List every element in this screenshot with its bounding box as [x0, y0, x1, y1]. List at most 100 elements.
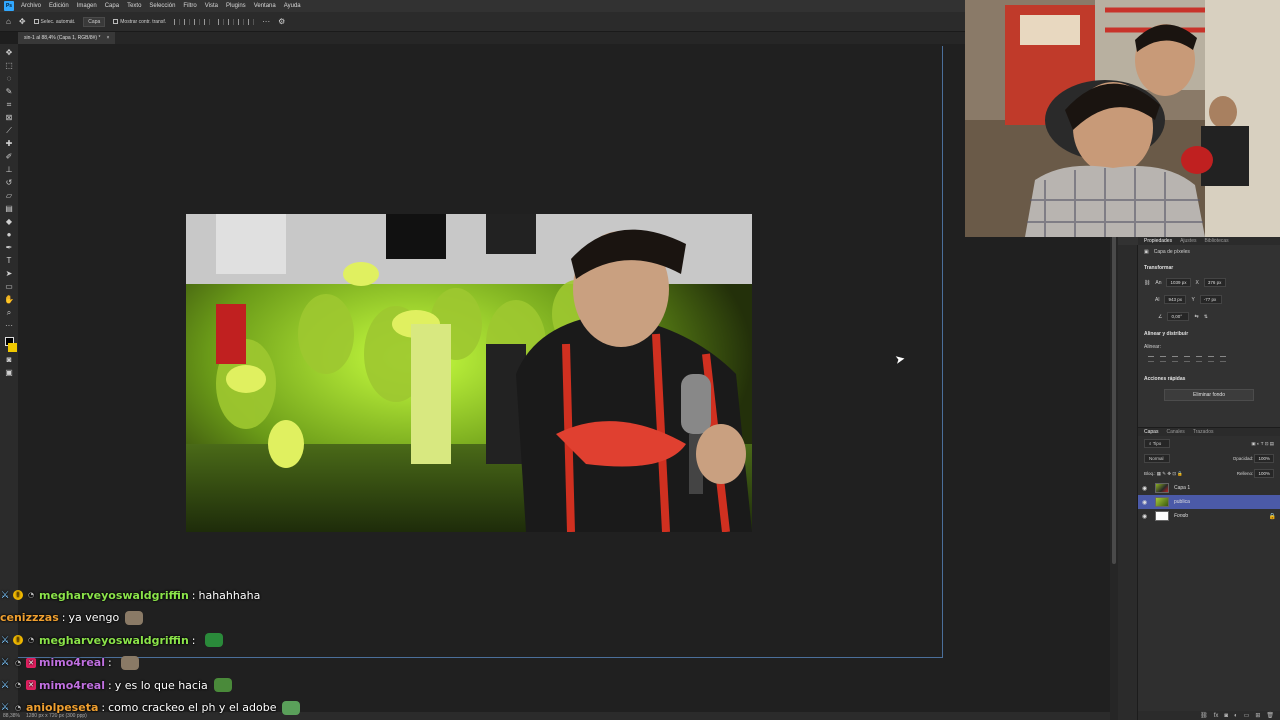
layer-row[interactable]: ◉ Fondo 🔒 [1138, 509, 1280, 523]
shape-tool-icon[interactable]: ▭ [4, 282, 14, 292]
menu-plugins[interactable]: Plugins [225, 3, 247, 9]
visibility-eye-icon[interactable]: ◉ [1142, 499, 1150, 506]
brush-tool-icon[interactable]: ✐ [4, 152, 14, 162]
blur-tool-icon[interactable]: ◆ [4, 217, 14, 227]
fill-field[interactable]: 100% [1254, 469, 1274, 478]
chat-message: ⚔! ◔ megharveyoswaldgriffin: hahahhaha [0, 584, 560, 607]
tab-layers[interactable]: Capas [1144, 429, 1158, 435]
more-tools-icon[interactable]: ··· [4, 321, 14, 331]
remove-background-button[interactable]: Eliminar fondo [1164, 389, 1254, 401]
scrollbar-thumb[interactable] [1112, 214, 1116, 564]
layer-name[interactable]: Capa 1 [1174, 485, 1190, 491]
tab-libraries[interactable]: Bibliotecas [1204, 238, 1228, 244]
layer-row[interactable]: ◉ Capa 1 [1138, 481, 1280, 495]
hand-tool-icon[interactable]: ✋ [4, 295, 14, 305]
path-select-tool-icon[interactable]: ➤ [4, 269, 14, 279]
dodge-tool-icon[interactable]: ● [4, 230, 14, 240]
fx-icon[interactable]: fx [1214, 713, 1219, 719]
tab-channels[interactable]: Canales [1166, 429, 1184, 435]
blend-mode-dropdown[interactable]: Normal [1144, 454, 1170, 463]
link-layers-icon[interactable]: ⛓ [1200, 712, 1208, 719]
lock-icons[interactable]: ▦ ✎ ✥ ⊡ 🔒 [1157, 471, 1183, 476]
menu-capa[interactable]: Capa [104, 3, 120, 9]
healing-brush-tool-icon[interactable]: ✚ [4, 139, 14, 149]
align-buttons[interactable] [174, 18, 211, 25]
type-tool-icon[interactable]: T [4, 256, 14, 266]
quick-mask-icon[interactable]: ◙ [4, 355, 14, 365]
flip-vertical-icon[interactable]: ⇅ [1204, 314, 1208, 320]
show-transform-checkbox[interactable]: Mostrar contr. transf. [113, 19, 166, 25]
width-field[interactable]: 1039 px [1166, 278, 1191, 287]
adjustment-icon[interactable]: ◐ [1234, 713, 1238, 719]
chat-emote-icon [282, 700, 301, 715]
history-brush-tool-icon[interactable]: ↺ [4, 178, 14, 188]
move-tool-icon[interactable]: ✥ [19, 17, 26, 26]
frame-tool-icon[interactable]: ⊠ [4, 113, 14, 123]
trash-icon[interactable]: 🗑 [1266, 712, 1274, 719]
align-buttons-row[interactable] [1138, 354, 1280, 364]
height-field[interactable]: 943 px [1164, 295, 1187, 304]
visibility-eye-icon[interactable]: ◉ [1142, 485, 1150, 492]
chat-username[interactable]: mimo4real [39, 656, 105, 669]
chat-username[interactable]: mimo4real [39, 679, 105, 692]
tab-paths[interactable]: Trazados [1193, 429, 1214, 435]
flip-horizontal-icon[interactable]: ⇆ [1194, 314, 1198, 320]
layer-row-selected[interactable]: ◉ publica [1138, 495, 1280, 509]
menu-seleccion[interactable]: Selección [148, 3, 176, 9]
mask-icon[interactable]: ◙ [1224, 713, 1228, 719]
menu-imagen[interactable]: Imagen [76, 3, 98, 9]
layer-name[interactable]: Fondo [1174, 513, 1188, 519]
chat-username[interactable]: megharveyoswaldgriffin [39, 589, 189, 602]
lasso-tool-icon[interactable]: ◌ [4, 74, 14, 84]
marquee-tool-icon[interactable]: ⬚ [4, 61, 14, 71]
align-header[interactable]: Alinear y distribuir [1138, 325, 1280, 340]
home-icon[interactable]: ⌂ [6, 17, 11, 26]
document-tab[interactable]: sin-1 al 88,4% (Capa 1, RGB/8#) * × [18, 32, 116, 44]
close-icon[interactable]: × [106, 35, 109, 41]
webcam-overlay [965, 0, 1280, 237]
auto-select-checkbox[interactable]: Selec. automát. [33, 19, 75, 25]
layer-name[interactable]: publica [1174, 499, 1190, 505]
background-color-swatch[interactable] [7, 343, 17, 352]
move-tool-icon[interactable]: ✥ [4, 48, 14, 58]
new-layer-icon[interactable]: ⊞ [1255, 712, 1260, 719]
angle-field[interactable]: 0,00° [1167, 312, 1190, 321]
gradient-tool-icon[interactable]: ▤ [4, 204, 14, 214]
chat-username[interactable]: megharveyoswaldgriffin [39, 634, 189, 647]
transform-header[interactable]: Transformar [1138, 259, 1280, 274]
chat-username[interactable]: aniolpeseta [26, 701, 98, 714]
settings-gear-icon[interactable]: ⚙ [278, 17, 285, 26]
group-folder-icon[interactable]: ▭ [1244, 712, 1250, 719]
menu-ventana[interactable]: Ventana [253, 3, 277, 9]
eraser-tool-icon[interactable]: ▱ [4, 191, 14, 201]
quick-actions-header[interactable]: Acciones rápidas [1138, 370, 1280, 385]
tab-adjustments[interactable]: Ajustes [1180, 238, 1196, 244]
auto-select-target-dropdown[interactable]: Capa [83, 16, 106, 27]
layer-filter-dropdown[interactable]: ⌕ Tipo [1144, 439, 1170, 448]
tab-properties[interactable]: Propiedades [1144, 238, 1172, 244]
zoom-tool-icon[interactable]: ⌕ [4, 308, 14, 318]
menu-vista[interactable]: Vista [204, 3, 219, 9]
visibility-eye-icon[interactable]: ◉ [1142, 513, 1150, 520]
document-image[interactable] [186, 214, 752, 532]
link-icon[interactable]: ⛓ [1144, 280, 1150, 286]
chat-username[interactable]: cenizzzas [0, 611, 59, 624]
pen-tool-icon[interactable]: ✒ [4, 243, 14, 253]
menu-ayuda[interactable]: Ayuda [283, 3, 302, 9]
quick-select-tool-icon[interactable]: ✎ [4, 87, 14, 97]
x-field[interactable]: 376 px [1203, 278, 1226, 287]
menu-texto[interactable]: Texto [126, 3, 142, 9]
opacity-field[interactable]: 100% [1254, 454, 1274, 463]
menu-archivo[interactable]: Archivo [20, 3, 42, 9]
crop-tool-icon[interactable]: ⌗ [4, 100, 14, 110]
distribute-buttons[interactable] [218, 18, 255, 25]
clone-stamp-tool-icon[interactable]: ⊥ [4, 165, 14, 175]
photoshop-logo-icon[interactable]: Ps [4, 1, 14, 11]
more-options-icon[interactable]: ··· [262, 17, 270, 26]
menu-filtro[interactable]: Filtro [182, 3, 197, 9]
y-field[interactable]: -77 px [1199, 295, 1222, 304]
menu-edicion[interactable]: Edición [48, 3, 70, 9]
eyedropper-tool-icon[interactable]: ⟋ [4, 126, 14, 136]
filter-icons[interactable]: ▣ ◐ T ⊡ ▤ [1251, 441, 1274, 447]
screen-mode-icon[interactable]: ▣ [4, 368, 14, 378]
